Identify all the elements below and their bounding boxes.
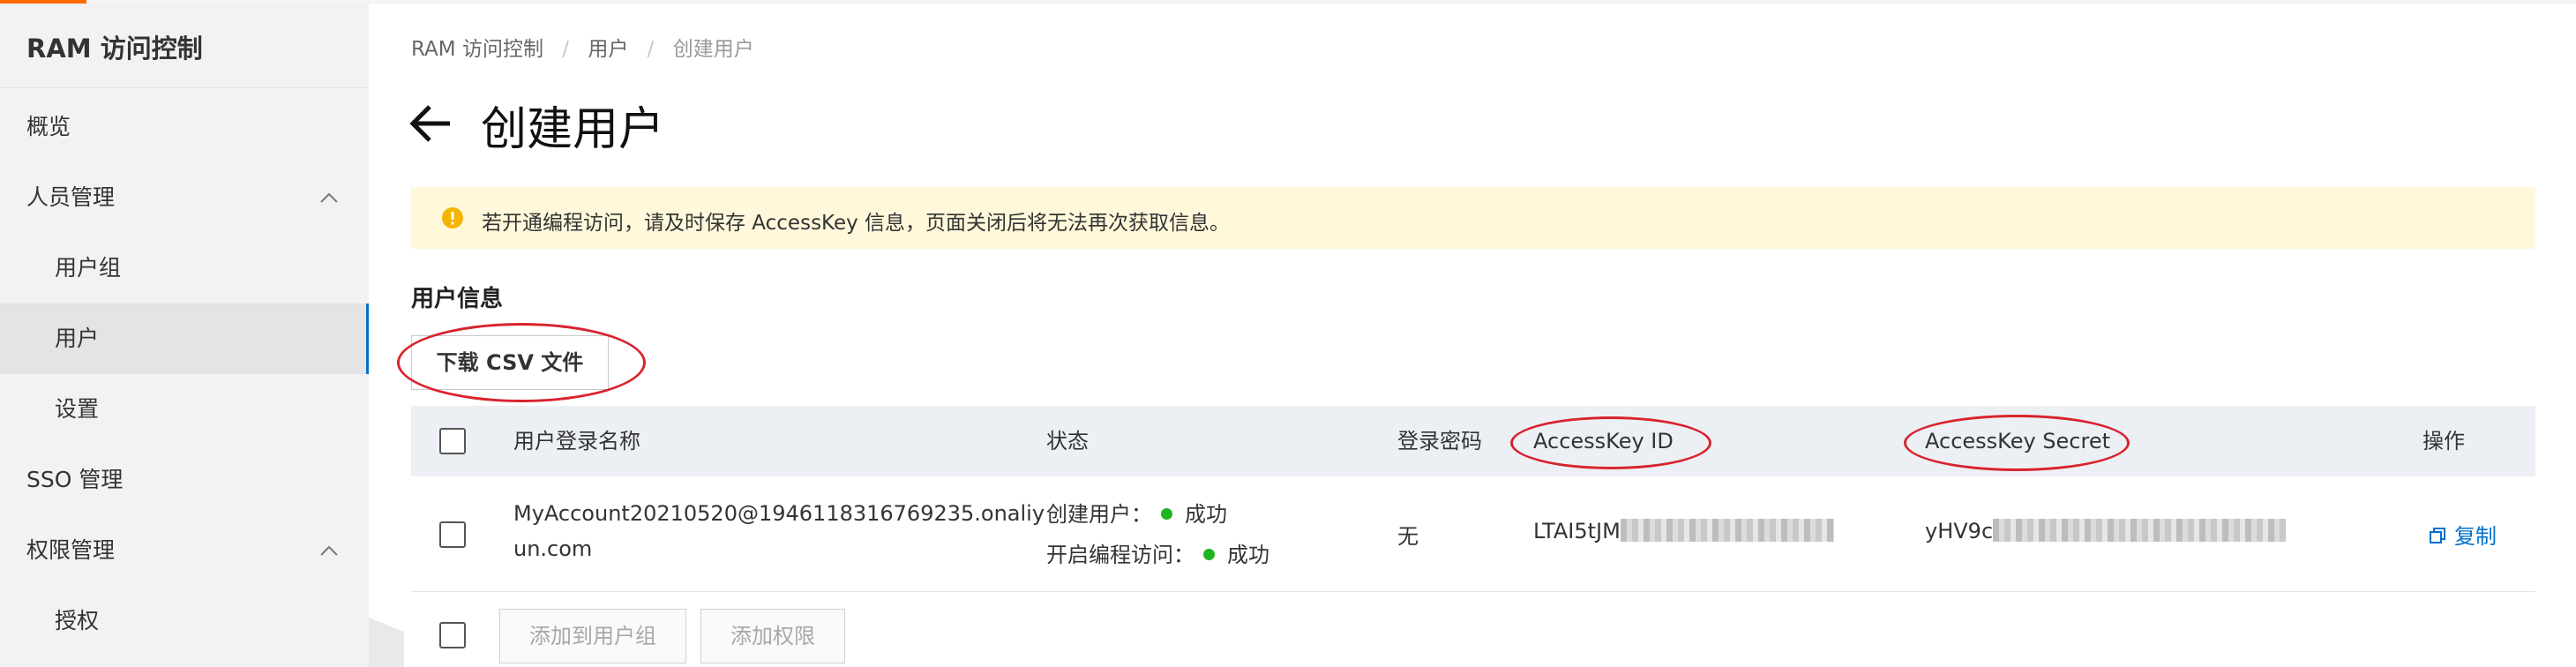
- status-cell: 创建用户： 成功 开启编程访问： 成功: [1046, 494, 1269, 575]
- add-permission-button[interactable]: 添加权限: [700, 609, 845, 663]
- chevron-up-icon[interactable]: [319, 189, 339, 208]
- sidebar-title: RAM 访问控制: [26, 34, 203, 64]
- sidebar-item-label: 人员管理: [26, 184, 116, 210]
- status-create-user: 创建用户： 成功: [1046, 494, 1269, 535]
- sidebar-item-label: 用户组: [55, 255, 122, 281]
- warning-icon: [442, 207, 463, 229]
- breadcrumb: RAM 访问控制 / 用户 / 创建用户: [411, 32, 754, 62]
- login-name-line: un.com: [513, 536, 593, 561]
- page-title: 创建用户: [481, 103, 665, 156]
- section-title: 用户信息: [411, 286, 504, 312]
- sidebar-item-label: SSO 管理: [26, 467, 124, 492]
- sidebar-divider: [0, 87, 369, 88]
- copy-action[interactable]: 复制: [2430, 519, 2497, 550]
- chevron-up-icon[interactable]: [319, 542, 339, 561]
- status-api-access: 开启编程访问： 成功: [1046, 535, 1269, 575]
- column-header-accesskey-secret: AccessKey Secret: [1925, 429, 2111, 453]
- column-header-login-name: 用户登录名称: [513, 429, 640, 453]
- row-checkbox[interactable]: [439, 521, 466, 548]
- sidebar-item-sso[interactable]: SSO 管理: [0, 445, 369, 515]
- sidebar-item-users[interactable]: 用户: [0, 304, 369, 374]
- status-value: 成功: [1227, 543, 1269, 567]
- sidebar-item-identities[interactable]: 人员管理: [0, 162, 369, 233]
- breadcrumb-separator: /: [562, 38, 570, 61]
- accesskey-id-cell: LTAI5tJM: [1533, 519, 1834, 543]
- sidebar-item-label: 授权: [55, 608, 100, 633]
- sidebar-item-label: 概览: [26, 114, 71, 139]
- login-name-line: MyAccount20210520@1946118316769235.onali…: [513, 501, 1045, 526]
- sidebar-item-groups[interactable]: 用户组: [0, 233, 369, 304]
- download-csv-button[interactable]: 下载 CSV 文件: [411, 335, 609, 390]
- breadcrumb-item-current: 创建用户: [672, 38, 754, 61]
- status-value: 成功: [1185, 502, 1227, 527]
- password-cell: 无: [1397, 524, 1419, 549]
- redacted-blur: [1993, 519, 2287, 542]
- accesskey-id-prefix: LTAI5tJM: [1533, 519, 1621, 543]
- copy-link[interactable]: 复制: [2454, 524, 2497, 549]
- accesskey-secret-cell: yHV9c: [1925, 519, 2287, 543]
- sidebar: RAM 访问控制 概览 人员管理 用户组 用户 设置 SSO 管理 权限管理 授…: [0, 4, 369, 667]
- copy-icon: [2430, 528, 2445, 543]
- sidebar-item-permissions[interactable]: 权限管理: [0, 515, 369, 586]
- column-header-actions: 操作: [2422, 429, 2465, 453]
- select-all-checkbox[interactable]: [439, 428, 466, 454]
- table-row: MyAccount20210520@1946118316769235.onali…: [411, 476, 2535, 592]
- alert-text: 若开通编程访问，请及时保存 AccessKey 信息，页面关闭后将无法再次获取信…: [482, 212, 1231, 235]
- column-header-accesskey-id: AccessKey ID: [1533, 429, 1674, 453]
- sidebar-item-grants[interactable]: 授权: [0, 586, 369, 656]
- column-header-status: 状态: [1046, 429, 1089, 453]
- status-label: 开启编程访问：: [1046, 543, 1194, 567]
- warning-alert: 若开通编程访问，请及时保存 AccessKey 信息，页面关闭后将无法再次获取信…: [411, 187, 2535, 249]
- breadcrumb-item-ram[interactable]: RAM 访问控制: [411, 38, 543, 61]
- sidebar-item-overview[interactable]: 概览: [0, 92, 369, 162]
- redacted-blur: [1620, 519, 1834, 542]
- add-to-group-button[interactable]: 添加到用户组: [499, 609, 686, 663]
- success-dot-icon: [1203, 548, 1215, 560]
- sidebar-item-label: 设置: [55, 396, 100, 422]
- back-arrow-icon[interactable]: [408, 100, 455, 147]
- footer-select-checkbox[interactable]: [439, 622, 466, 648]
- accesskey-secret-prefix: yHV9c: [1925, 519, 1994, 543]
- sidebar-item-label: 用户: [55, 326, 100, 351]
- breadcrumb-item-users[interactable]: 用户: [588, 38, 628, 61]
- sidebar-item-settings[interactable]: 设置: [0, 374, 369, 445]
- status-label: 创建用户：: [1046, 502, 1152, 527]
- login-name-cell: MyAccount20210520@1946118316769235.onali…: [513, 496, 1045, 566]
- column-header-password: 登录密码: [1397, 429, 1482, 453]
- sidebar-item-label: 权限管理: [26, 537, 116, 563]
- breadcrumb-separator: /: [647, 38, 655, 61]
- top-bar: [0, 0, 2576, 4]
- success-dot-icon: [1161, 507, 1172, 520]
- sidebar-collapse-handle[interactable]: [369, 618, 404, 667]
- table-header: 用户登录名称 状态 登录密码 AccessKey ID AccessKey Se…: [411, 406, 2535, 476]
